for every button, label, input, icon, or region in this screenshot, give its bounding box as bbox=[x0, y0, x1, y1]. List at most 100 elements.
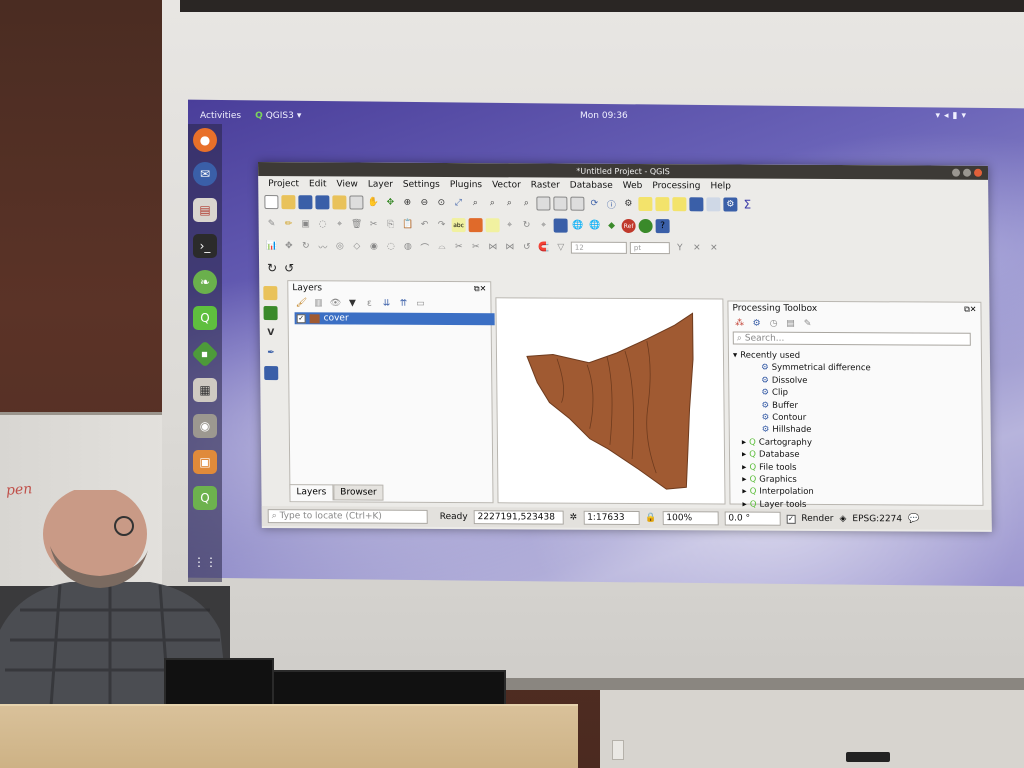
offset-curve-icon[interactable]: ⌓ bbox=[435, 240, 449, 254]
crs-button[interactable]: EPSG:2274 bbox=[852, 514, 902, 524]
split-features-icon[interactable]: ✂ bbox=[452, 240, 466, 254]
merge-features-icon[interactable]: ⋈ bbox=[486, 240, 500, 254]
refresh-icon[interactable]: ⟳ bbox=[587, 197, 601, 211]
gem-icon[interactable]: ◆ bbox=[191, 340, 219, 368]
split-parts-icon[interactable]: ✂ bbox=[469, 240, 483, 254]
system-tray[interactable]: ▾◂▮▾ bbox=[935, 111, 970, 121]
app-menu[interactable]: Q QGIS3 ▾ bbox=[255, 111, 301, 121]
x-tool-icon[interactable]: ✕ bbox=[690, 241, 704, 255]
copy-icon[interactable]: ⎘ bbox=[384, 218, 398, 232]
map-canvas[interactable] bbox=[495, 297, 726, 505]
ref-icon[interactable]: Ref bbox=[621, 218, 636, 233]
menu-project[interactable]: Project bbox=[268, 179, 299, 189]
attribute-table-icon[interactable] bbox=[689, 197, 704, 212]
zoom-native-icon[interactable]: ⊙ bbox=[434, 196, 448, 210]
toolbox-search-input[interactable]: ⌕ Search... bbox=[732, 331, 971, 346]
database-icon[interactable] bbox=[553, 218, 568, 233]
camera-icon[interactable]: ◉ bbox=[193, 414, 217, 438]
zoom-full-icon[interactable]: ⤢ bbox=[451, 196, 465, 210]
add-ring-icon[interactable]: ◎ bbox=[333, 239, 347, 253]
save-edits-icon[interactable]: ▣ bbox=[299, 217, 313, 231]
close-button[interactable] bbox=[973, 168, 983, 177]
models-icon[interactable]: ⁂ bbox=[733, 316, 747, 330]
menu-settings[interactable]: Settings bbox=[403, 180, 440, 190]
zoom-next-icon[interactable]: ⌕ bbox=[519, 196, 533, 210]
undo-icon[interactable]: ↶ bbox=[418, 218, 432, 232]
thunderbird-icon[interactable]: ✉ bbox=[193, 162, 217, 186]
layer-row-cover[interactable]: ✓ cover bbox=[294, 312, 495, 326]
menu-raster[interactable]: Raster bbox=[531, 180, 560, 190]
tree-algorithm[interactable]: ⚙ Contour bbox=[734, 412, 872, 425]
delete-ring-icon[interactable]: ◌ bbox=[384, 240, 398, 254]
add-wms-icon[interactable] bbox=[264, 366, 279, 381]
pan-icon[interactable]: ✋ bbox=[366, 196, 380, 210]
filter-icon[interactable]: ▽ bbox=[554, 241, 568, 255]
toggle-extents-icon[interactable]: ✲ bbox=[570, 513, 578, 523]
delete-selected-icon[interactable]: 🗑 bbox=[350, 217, 364, 231]
x-tool-2-icon[interactable]: ✕ bbox=[707, 241, 721, 255]
paste-icon[interactable]: 📋 bbox=[401, 218, 415, 232]
tree-algorithm[interactable]: ⚙ Buffer bbox=[733, 399, 871, 412]
qgis-dock-icon[interactable]: Q bbox=[193, 306, 217, 330]
delete-part-icon[interactable]: ◍ bbox=[401, 240, 415, 254]
help-icon[interactable]: ? bbox=[655, 219, 670, 234]
add-spatialite-icon[interactable]: ✒ bbox=[264, 346, 278, 360]
panel-close-icon[interactable]: ⧉✕ bbox=[964, 305, 977, 315]
run-action-icon[interactable]: ⚙ bbox=[621, 197, 635, 211]
tree-group[interactable]: ▸ Q Cartography bbox=[734, 436, 872, 449]
layer-visibility-checkbox[interactable]: ✓ bbox=[296, 313, 306, 323]
tab-layers[interactable]: Layers bbox=[289, 484, 334, 501]
expand-all-icon[interactable]: ⇊ bbox=[379, 297, 393, 311]
save-project-icon[interactable] bbox=[298, 195, 313, 210]
layout-manager-icon[interactable] bbox=[349, 195, 364, 210]
scripts-icon[interactable]: ⚙ bbox=[750, 317, 764, 331]
activities-button[interactable]: Activities bbox=[200, 111, 241, 121]
tree-algorithm[interactable]: ⚙ Dissolve bbox=[733, 374, 871, 387]
tree-group[interactable]: ▸ Q Interpolation bbox=[734, 486, 872, 499]
new-project-icon[interactable] bbox=[264, 195, 279, 210]
calculator-icon[interactable]: ▦ bbox=[193, 378, 217, 402]
menu-database[interactable]: Database bbox=[570, 181, 613, 191]
files-icon[interactable]: ▤ bbox=[193, 198, 217, 222]
leaf-icon[interactable]: ❧ bbox=[193, 270, 217, 294]
deselect-icon[interactable] bbox=[672, 197, 687, 212]
visibility-icon[interactable]: 👁 bbox=[328, 296, 342, 310]
y-tool-icon[interactable]: Y bbox=[673, 241, 687, 255]
toggle-editing-icon[interactable]: ✏ bbox=[282, 217, 296, 231]
menu-vector[interactable]: Vector bbox=[492, 180, 521, 190]
rotate-label-icon[interactable]: ↻ bbox=[520, 218, 534, 232]
new-map-view-icon[interactable] bbox=[536, 196, 551, 211]
zoom-in-icon[interactable]: ⊕ bbox=[400, 196, 414, 210]
results-icon[interactable]: ▤ bbox=[784, 317, 798, 331]
menu-view[interactable]: View bbox=[336, 179, 357, 189]
snapping-icon[interactable]: 🧲 bbox=[537, 240, 551, 254]
vertex-tool-icon[interactable]: ⌖ bbox=[333, 217, 347, 231]
add-vector-icon[interactable] bbox=[263, 286, 278, 301]
tree-algorithm[interactable]: ⚙ Symmetrical difference bbox=[733, 362, 871, 375]
scale-field[interactable]: 1:17633 bbox=[583, 510, 640, 526]
terminal-icon[interactable]: ›_ bbox=[193, 234, 217, 258]
undo-circle-icon[interactable]: ↺ bbox=[282, 261, 296, 275]
zoom-out-icon[interactable]: ⊖ bbox=[417, 196, 431, 210]
menu-processing[interactable]: Processing bbox=[652, 181, 700, 191]
identify-icon[interactable]: ⓘ bbox=[604, 197, 618, 211]
python-icon[interactable]: ◆ bbox=[605, 219, 619, 233]
tree-algorithm[interactable]: ⚙ Clip bbox=[733, 387, 871, 400]
minimize-button[interactable] bbox=[951, 168, 961, 177]
menu-edit[interactable]: Edit bbox=[309, 179, 327, 189]
filter-legend-icon[interactable]: ▼ bbox=[345, 296, 359, 310]
change-label-icon[interactable]: ⌖ bbox=[537, 218, 551, 232]
coordinate-field[interactable]: 2227191,523438 bbox=[473, 510, 564, 525]
rotation-field[interactable]: 0.0 ° bbox=[724, 511, 781, 526]
select-by-value-icon[interactable] bbox=[655, 197, 670, 212]
history-icon[interactable]: ◷ bbox=[767, 317, 781, 331]
simplify-icon[interactable]: 〰 bbox=[316, 239, 330, 253]
field-calculator-icon[interactable] bbox=[706, 197, 721, 212]
move-feature-icon[interactable]: ✥ bbox=[282, 239, 296, 253]
rotate-symbols-icon[interactable]: ↺ bbox=[520, 240, 534, 254]
wfs-icon[interactable]: 🌐 bbox=[588, 219, 602, 233]
cut-icon[interactable]: ✂ bbox=[367, 218, 381, 232]
messages-icon[interactable]: 💬 bbox=[908, 514, 919, 524]
zoom-selection-icon[interactable]: ⌕ bbox=[468, 196, 482, 210]
rotate-feature-icon[interactable]: ↻ bbox=[299, 239, 313, 253]
